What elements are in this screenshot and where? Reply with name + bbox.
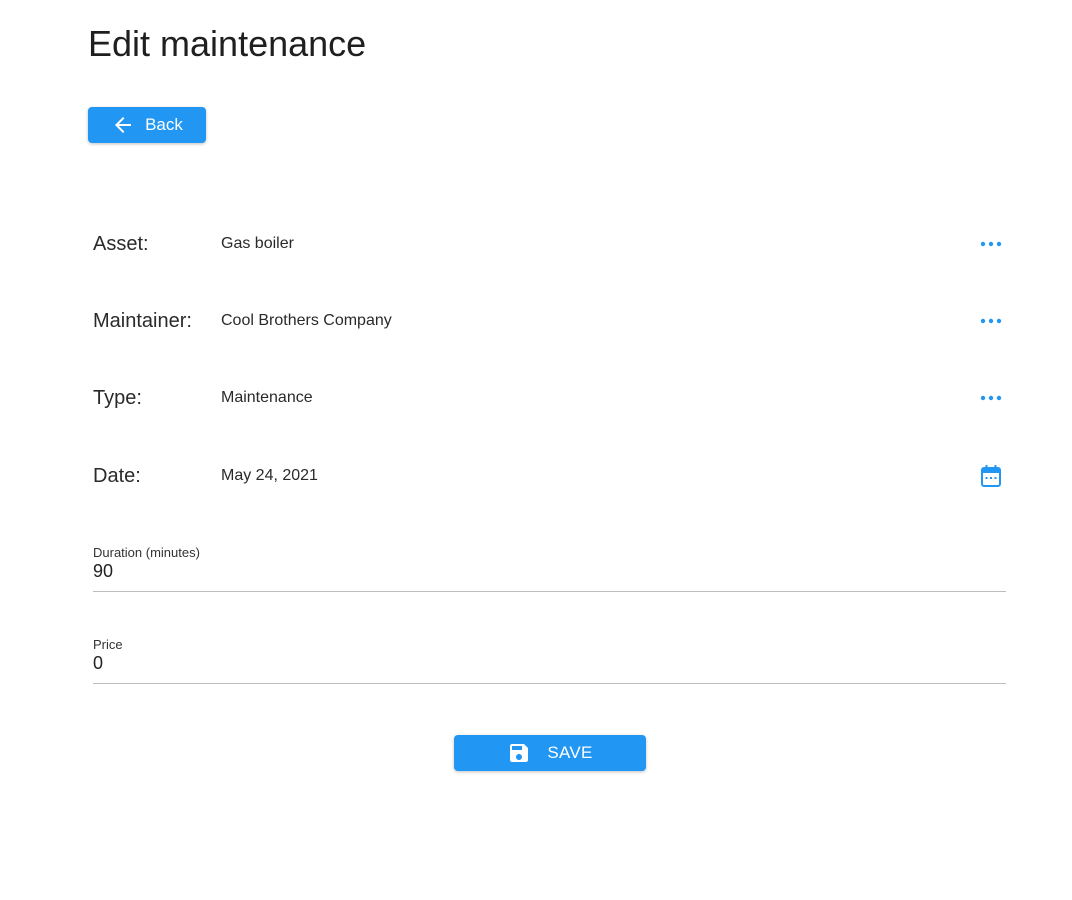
asset-label: Asset: [93, 232, 149, 255]
page-title: Edit maintenance [88, 23, 367, 64]
type-label: Type: [93, 386, 142, 409]
type-value: Maintenance [221, 389, 313, 406]
duration-field: Duration (minutes) [93, 545, 1006, 592]
floppy-disk-icon [507, 741, 531, 765]
price-field: Price [93, 637, 1006, 684]
save-button[interactable]: SAVE [454, 735, 646, 771]
date-value: May 24, 2021 [221, 467, 318, 484]
type-more-icon[interactable] [971, 378, 1011, 418]
maintainer-label: Maintainer: [93, 309, 192, 332]
asset-row: Asset: Gas boiler [93, 224, 1002, 264]
asset-value: Gas boiler [221, 235, 294, 252]
price-input[interactable] [93, 651, 1006, 675]
type-row: Type: Maintenance [93, 378, 1002, 418]
date-row: Date: May 24, 2021 [93, 456, 1001, 496]
price-label: Price [93, 637, 123, 652]
save-button-label: SAVE [547, 743, 593, 762]
back-button-label: Back [145, 115, 183, 134]
back-button[interactable]: Back [88, 107, 206, 143]
maintainer-more-icon[interactable] [971, 301, 1011, 341]
arrow-left-icon [111, 113, 135, 137]
maintainer-row: Maintainer: Cool Brothers Company [93, 301, 1002, 341]
duration-input[interactable] [93, 559, 1006, 583]
asset-more-icon[interactable] [971, 224, 1011, 264]
date-label: Date: [93, 464, 141, 487]
maintainer-value: Cool Brothers Company [221, 312, 392, 329]
calendar-icon[interactable] [971, 456, 1011, 496]
duration-label: Duration (minutes) [93, 545, 200, 560]
